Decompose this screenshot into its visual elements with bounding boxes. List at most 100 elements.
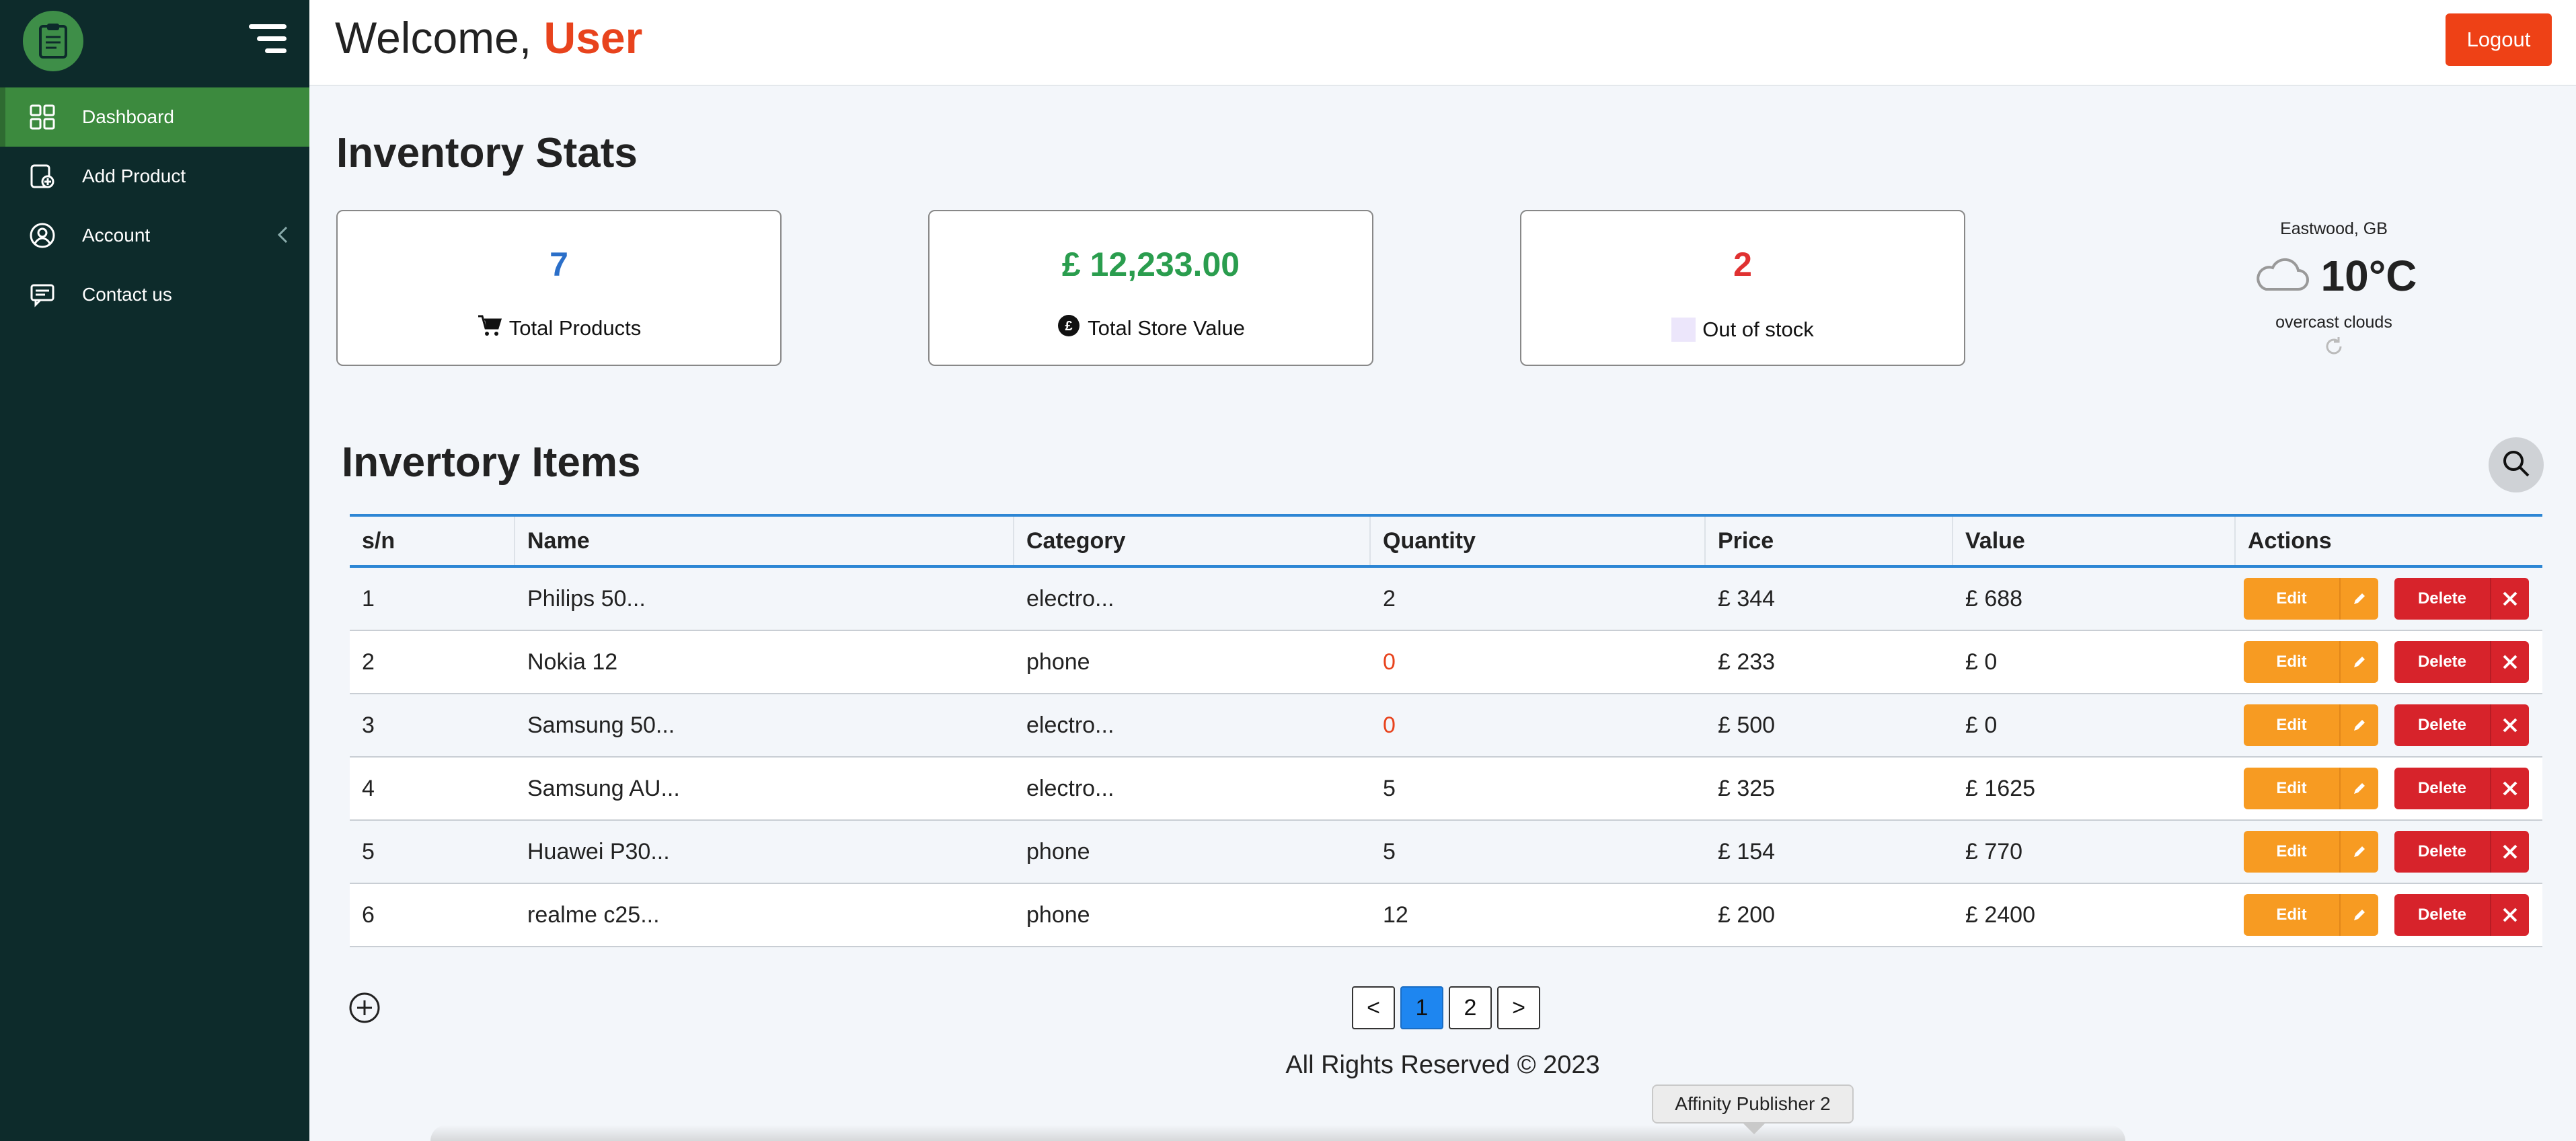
close-icon[interactable] [2491,641,2529,683]
table-cell-price: £ 233 [1718,649,1776,675]
table-cell-name: realme c25... [527,901,660,928]
column-header: Quantity [1371,517,1706,565]
pencil-icon[interactable] [2341,704,2378,746]
table-cell-name: Philips 50... [527,585,646,612]
delete-button[interactable]: Delete [2394,831,2491,873]
page-button-2[interactable]: 2 [1449,986,1492,1029]
stat-value: £ 12,233.00 [1061,246,1240,283]
sidebar: Dashboard Add Product Account Contact us [0,0,309,1141]
clipboard-logo-icon[interactable] [23,11,83,71]
table-cell-price: £ 200 [1718,901,1776,928]
prev-page-button[interactable]: < [1352,986,1395,1029]
sidebar-item-contact-us[interactable]: Contact us [0,265,309,324]
table-cell-price: £ 325 [1718,775,1776,801]
table-cell-name: Huawei P30... [527,838,670,864]
table-cell-name: Nokia 12 [527,649,618,675]
edit-button-group: Edit [2244,894,2378,936]
table-cell-price: £ 500 [1718,712,1776,738]
sidebar-item-label: Dashboard [82,106,174,127]
table-header: s/n Name Category Quantity Price Value A… [350,514,2542,568]
table-cell-category: phone [1026,649,1090,675]
refresh-icon[interactable] [2322,335,2345,358]
pound-coin-icon: £ [1057,314,1081,343]
delete-button[interactable]: Delete [2394,641,2491,683]
add-product-icon [27,161,58,192]
sidebar-item-label: Contact us [82,284,172,305]
footer-copyright: All Rights Reserved © 2023 [1285,1051,1600,1079]
stat-label-row: Total Products [338,314,780,343]
column-header: Price [1706,517,1953,565]
weather-widget: Eastwood, GB 10°C overcast clouds [2246,219,2421,358]
delete-button[interactable]: Delete [2394,768,2491,809]
table-cell-sn: 5 [362,838,375,864]
weather-row: 10°C [2246,251,2421,301]
app-tooltip: Affinity Publisher 2 [1652,1084,1854,1124]
table-cell-quantity: 12 [1383,901,1408,928]
edit-button[interactable]: Edit [2244,831,2341,873]
close-icon[interactable] [2491,831,2529,873]
edit-button[interactable]: Edit [2244,641,2341,683]
table-cell-actions: Edit Delete [2236,694,2542,756]
close-icon[interactable] [2491,704,2529,746]
close-icon[interactable] [2491,894,2529,936]
table-cell-value: £ 2400 [1965,901,2035,928]
table-body: 1 Philips 50... electro... 2 £ 344 £ 688 Edit D… [350,568,2542,947]
table-cell-quantity: 0 [1383,712,1396,738]
edit-button[interactable]: Edit [2244,768,2341,809]
table-cell-price: £ 344 [1718,585,1776,612]
delete-button[interactable]: Delete [2394,894,2491,936]
inventory-table: s/n Name Category Quantity Price Value A… [350,514,2542,947]
top-header: Welcome, User Logout [309,0,2576,86]
grid-icon [27,102,58,133]
table-cell-name: Samsung AU... [527,775,680,801]
table-cell-name: Samsung 50... [527,712,675,738]
search-button[interactable] [2489,437,2544,492]
pencil-icon[interactable] [2341,578,2378,620]
cart-icon [477,314,502,343]
delete-button-group: Delete [2394,894,2529,936]
column-header: Value [1953,517,2236,565]
close-icon[interactable] [2491,768,2529,809]
table-row: 2 Nokia 12 phone 0 £ 233 £ 0 Edit Delete [350,631,2542,694]
table-cell-value: £ 770 [1965,838,2023,864]
delete-button-group: Delete [2394,578,2529,620]
delete-button-group: Delete [2394,641,2529,683]
edit-button[interactable]: Edit [2244,704,2341,746]
logout-button[interactable]: Logout [2446,13,2552,66]
sidebar-item-account[interactable]: Account [0,206,309,265]
sidebar-item-dashboard[interactable]: Dashboard [0,87,309,147]
edit-button[interactable]: Edit [2244,578,2341,620]
delete-button-group: Delete [2394,831,2529,873]
table-cell-actions: Edit Delete [2236,568,2542,630]
column-header: Category [1014,517,1371,565]
pencil-icon[interactable] [2341,894,2378,936]
weather-location: Eastwood, GB [2280,219,2388,238]
sidebar-item-add-product[interactable]: Add Product [0,147,309,206]
delete-button[interactable]: Delete [2394,578,2491,620]
page-button-1[interactable]: 1 [1400,986,1443,1029]
stat-label-row: £ Total Store Value [930,314,1372,343]
pencil-icon[interactable] [2341,641,2378,683]
close-icon[interactable] [2491,578,2529,620]
tooltip-arrow [1742,1122,1766,1134]
pencil-icon[interactable] [2341,831,2378,873]
pencil-icon[interactable] [2341,768,2378,809]
chevron-left-icon[interactable] [273,225,293,245]
stat-label: Total Store Value [1088,316,1245,340]
chat-icon [27,279,58,310]
stat-label-row: Out of stock [1521,318,1964,342]
pagination: < 1 2 > [1352,986,1540,1029]
edit-button[interactable]: Edit [2244,894,2341,936]
user-circle-icon [27,220,58,251]
hamburger-menu-icon[interactable] [249,24,287,54]
add-item-button[interactable] [348,992,381,1024]
next-page-button[interactable]: > [1497,986,1540,1029]
welcome-heading: Welcome, User [335,12,642,63]
sidebar-nav: Dashboard Add Product Account Contact us [0,87,309,324]
sidebar-item-label: Account [82,225,151,246]
sidebar-item-label: Add Product [82,165,186,186]
table-cell-sn: 4 [362,775,375,801]
stat-value: 7 [550,246,568,283]
table-row: 4 Samsung AU... electro... 5 £ 325 £ 1625 Edit… [350,758,2542,821]
delete-button[interactable]: Delete [2394,704,2491,746]
